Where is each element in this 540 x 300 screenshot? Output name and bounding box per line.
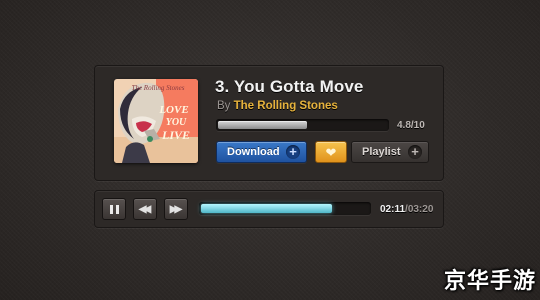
playlist-button-label: Playlist	[362, 146, 401, 158]
svg-text:The Rolling Stones: The Rolling Stones	[132, 84, 185, 92]
fast-forward-icon: ▶▶	[169, 203, 183, 215]
favorite-button[interactable]: ❤	[315, 141, 347, 163]
pause-button[interactable]	[102, 198, 126, 220]
svg-text:LOVE: LOVE	[158, 104, 188, 116]
playback-progress-bar[interactable]	[199, 202, 371, 215]
heart-icon: ❤	[325, 145, 337, 160]
svg-text:YOU: YOU	[166, 117, 187, 128]
rewind-icon: ◀◀	[138, 203, 152, 215]
current-time: 02:11	[380, 204, 406, 215]
transport-controls: ◀◀ ▶▶ 02:11/03:20	[94, 190, 444, 228]
rewind-button[interactable]: ◀◀	[133, 198, 157, 220]
rating-value: 4.8/10	[397, 120, 425, 131]
track-title: 3. You Gotta Move	[215, 77, 364, 96]
rating-bar	[216, 119, 389, 131]
rating-bar-fill	[218, 121, 307, 129]
fast-forward-button[interactable]: ▶▶	[164, 198, 188, 220]
download-button[interactable]: Download +	[216, 141, 307, 163]
download-button-label: Download	[227, 146, 280, 158]
svg-text:LIVE: LIVE	[161, 128, 190, 142]
album-cover-image: LOVE YOU LIVE The Rolling Stones	[114, 79, 198, 163]
plus-icon: +	[408, 145, 422, 159]
time-display: 02:11/03:20	[380, 204, 433, 215]
by-label: By	[217, 100, 231, 112]
playback-progress-fill	[201, 204, 332, 213]
total-time: 03:20	[407, 204, 434, 215]
plus-icon: +	[286, 145, 300, 159]
pause-icon	[109, 204, 119, 214]
playlist-button[interactable]: Playlist +	[351, 141, 429, 163]
now-playing-panel: LOVE YOU LIVE The Rolling Stones 3. You …	[94, 65, 444, 181]
watermark: 京华手游	[444, 269, 537, 294]
artist-byline: By The Rolling Stones	[217, 100, 338, 112]
artist-name[interactable]: The Rolling Stones	[234, 100, 338, 112]
